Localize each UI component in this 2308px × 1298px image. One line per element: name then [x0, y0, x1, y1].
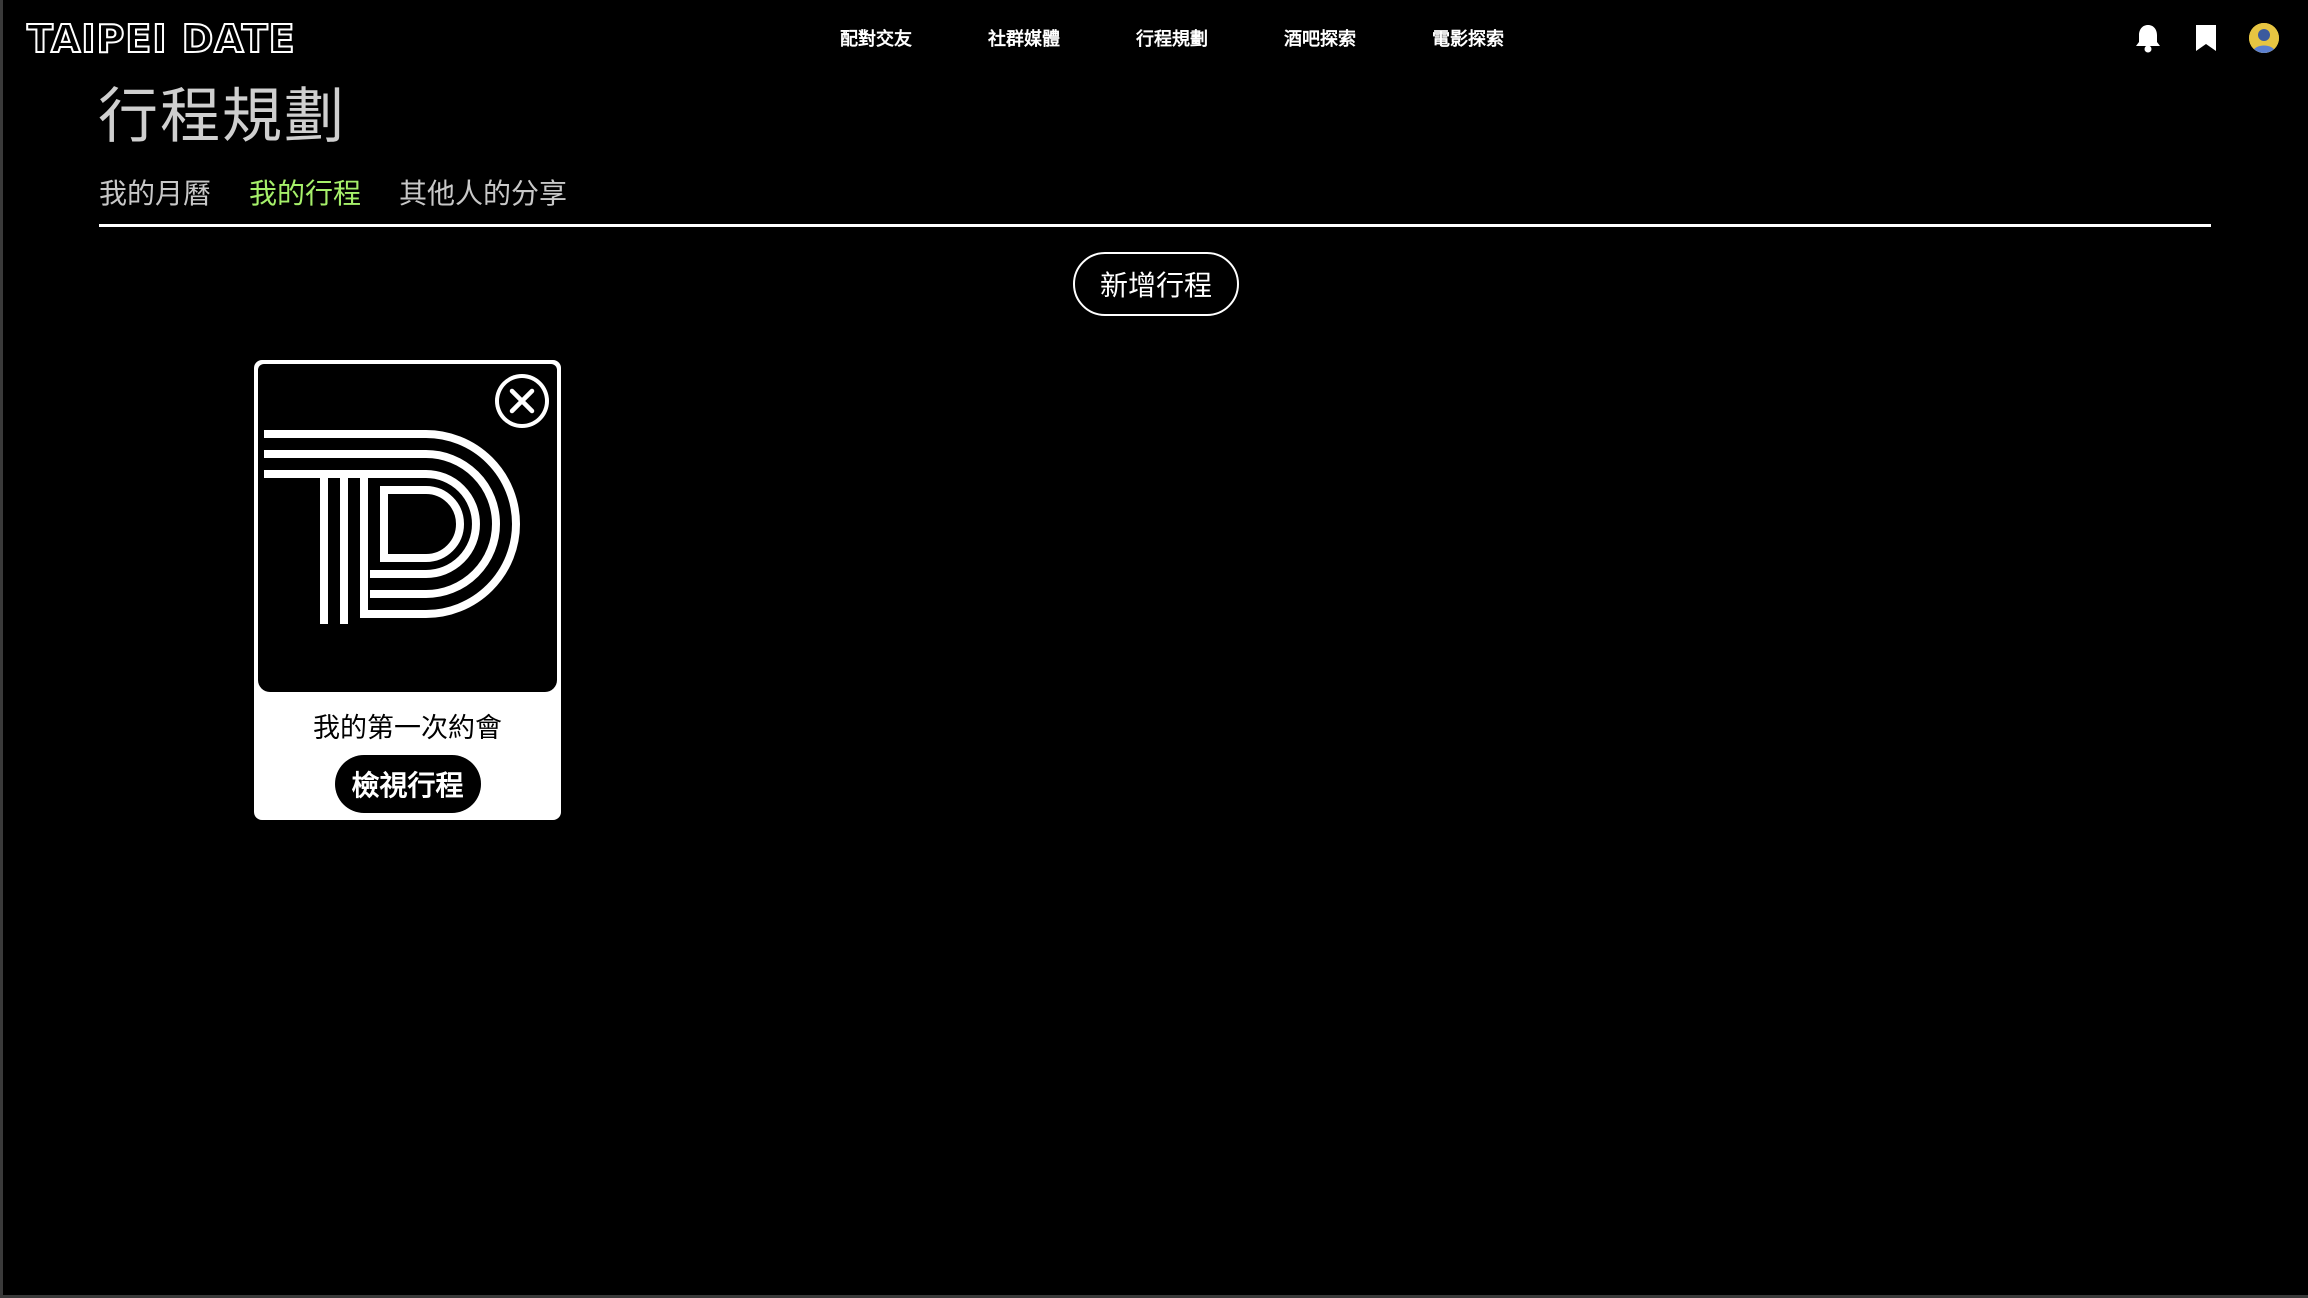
tab-divider	[99, 224, 2211, 227]
tab-shared-by-others[interactable]: 其他人的分享	[399, 172, 567, 212]
tab-my-itinerary[interactable]: 我的行程	[249, 172, 361, 212]
nav-item-social[interactable]: 社群媒體	[988, 25, 1060, 51]
itinerary-card: 我的第一次約會 檢視行程	[254, 360, 561, 820]
main-nav: 配對交友 社群媒體 行程規劃 酒吧探索 電影探索	[840, 20, 1504, 56]
view-itinerary-button[interactable]: 檢視行程	[334, 755, 481, 813]
itinerary-image	[258, 364, 557, 692]
tab-my-calendar[interactable]: 我的月曆	[99, 172, 211, 212]
bookmark-icon[interactable]	[2186, 18, 2226, 58]
remove-itinerary-button[interactable]	[493, 372, 551, 430]
avatar	[2249, 23, 2279, 53]
itinerary-title: 我的第一次約會	[313, 713, 502, 744]
header-icons	[2110, 18, 2284, 58]
nav-item-bars[interactable]: 酒吧探索	[1284, 25, 1356, 51]
nav-item-itinerary[interactable]: 行程規劃	[1136, 25, 1208, 51]
logo-text: TAIPEI DATE	[26, 16, 296, 62]
avatar-button[interactable]	[2244, 18, 2284, 58]
nav-item-matching[interactable]: 配對交友	[840, 25, 912, 51]
nav-item-movies[interactable]: 電影探索	[1432, 25, 1504, 51]
close-icon	[495, 374, 549, 428]
add-itinerary-button[interactable]: 新增行程	[1073, 252, 1239, 316]
tab-bar: 我的月曆 我的行程 其他人的分享	[99, 172, 605, 212]
logo[interactable]: TAIPEI DATE	[26, 14, 296, 64]
page-title: 行程規劃	[98, 82, 346, 152]
bell-icon[interactable]	[2128, 18, 2168, 58]
